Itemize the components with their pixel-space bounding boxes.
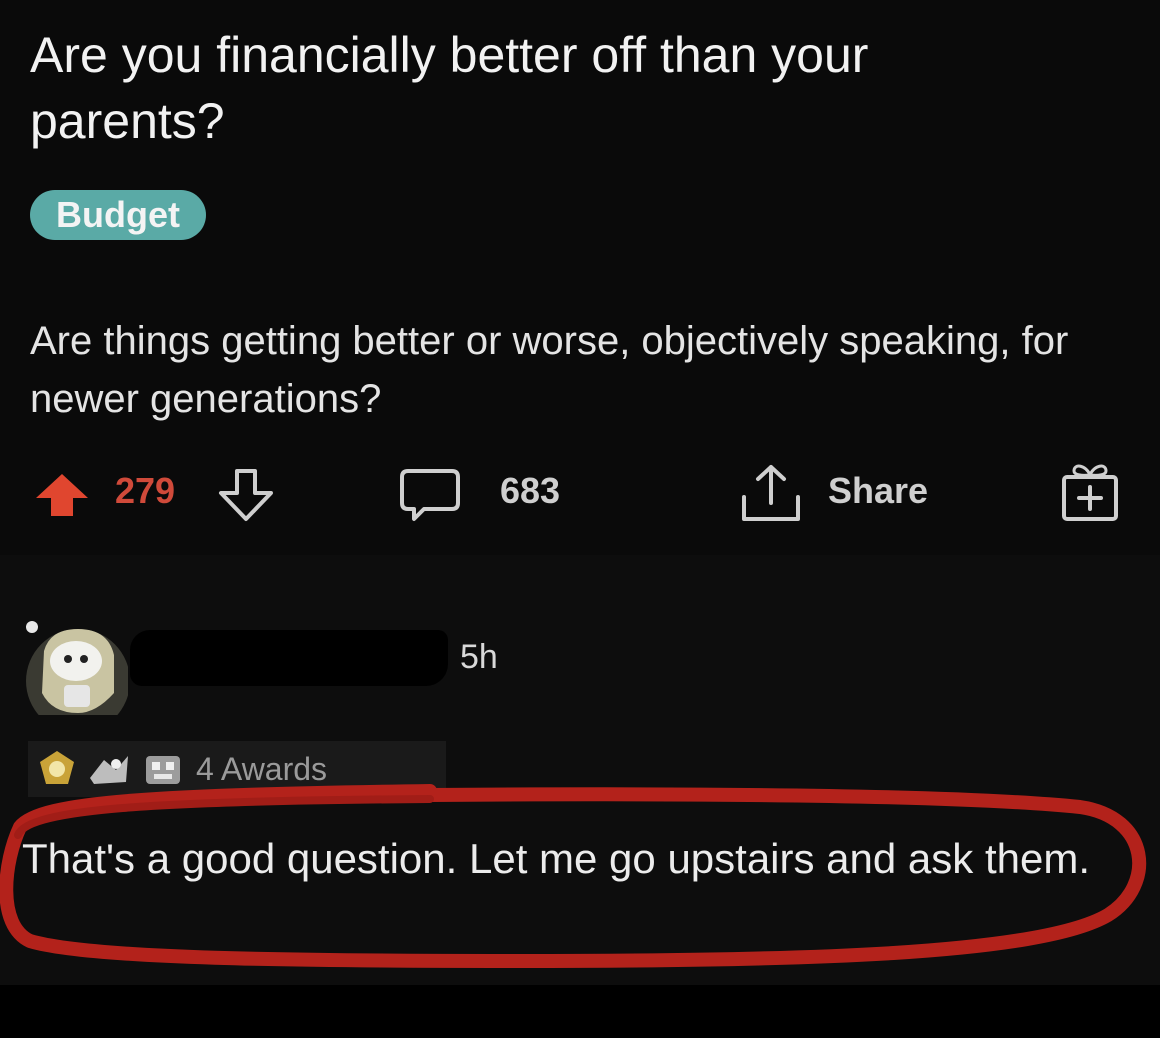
bottom-bar	[0, 985, 1160, 1038]
post-action-bar: 279 683 Share	[0, 455, 1160, 535]
share-icon[interactable]	[738, 463, 804, 525]
post-body: Are things getting better or worse, obje…	[30, 319, 1069, 421]
vote-count: 279	[115, 470, 176, 511]
upvote-icon[interactable]	[32, 472, 92, 518]
comment-count: 683	[500, 470, 561, 511]
avatar[interactable]	[20, 585, 128, 715]
comment-timestamp: 5h	[460, 638, 498, 676]
share-button[interactable]: Share	[828, 455, 928, 527]
flair-badge[interactable]: Budget	[30, 190, 206, 240]
gift-icon[interactable]	[1058, 459, 1122, 523]
username-redacted	[130, 630, 448, 686]
comment-icon[interactable]	[398, 467, 462, 525]
post-title[interactable]: Are you financially better off than your…	[30, 22, 1030, 154]
post-card: Are you financially better off than your…	[0, 0, 1160, 555]
comment-card: 5h 4 Awards That's a good question. Let …	[0, 555, 1160, 985]
comment-text: That's a good question. Let me go upstai…	[22, 835, 1090, 882]
downvote-icon[interactable]	[215, 467, 277, 523]
